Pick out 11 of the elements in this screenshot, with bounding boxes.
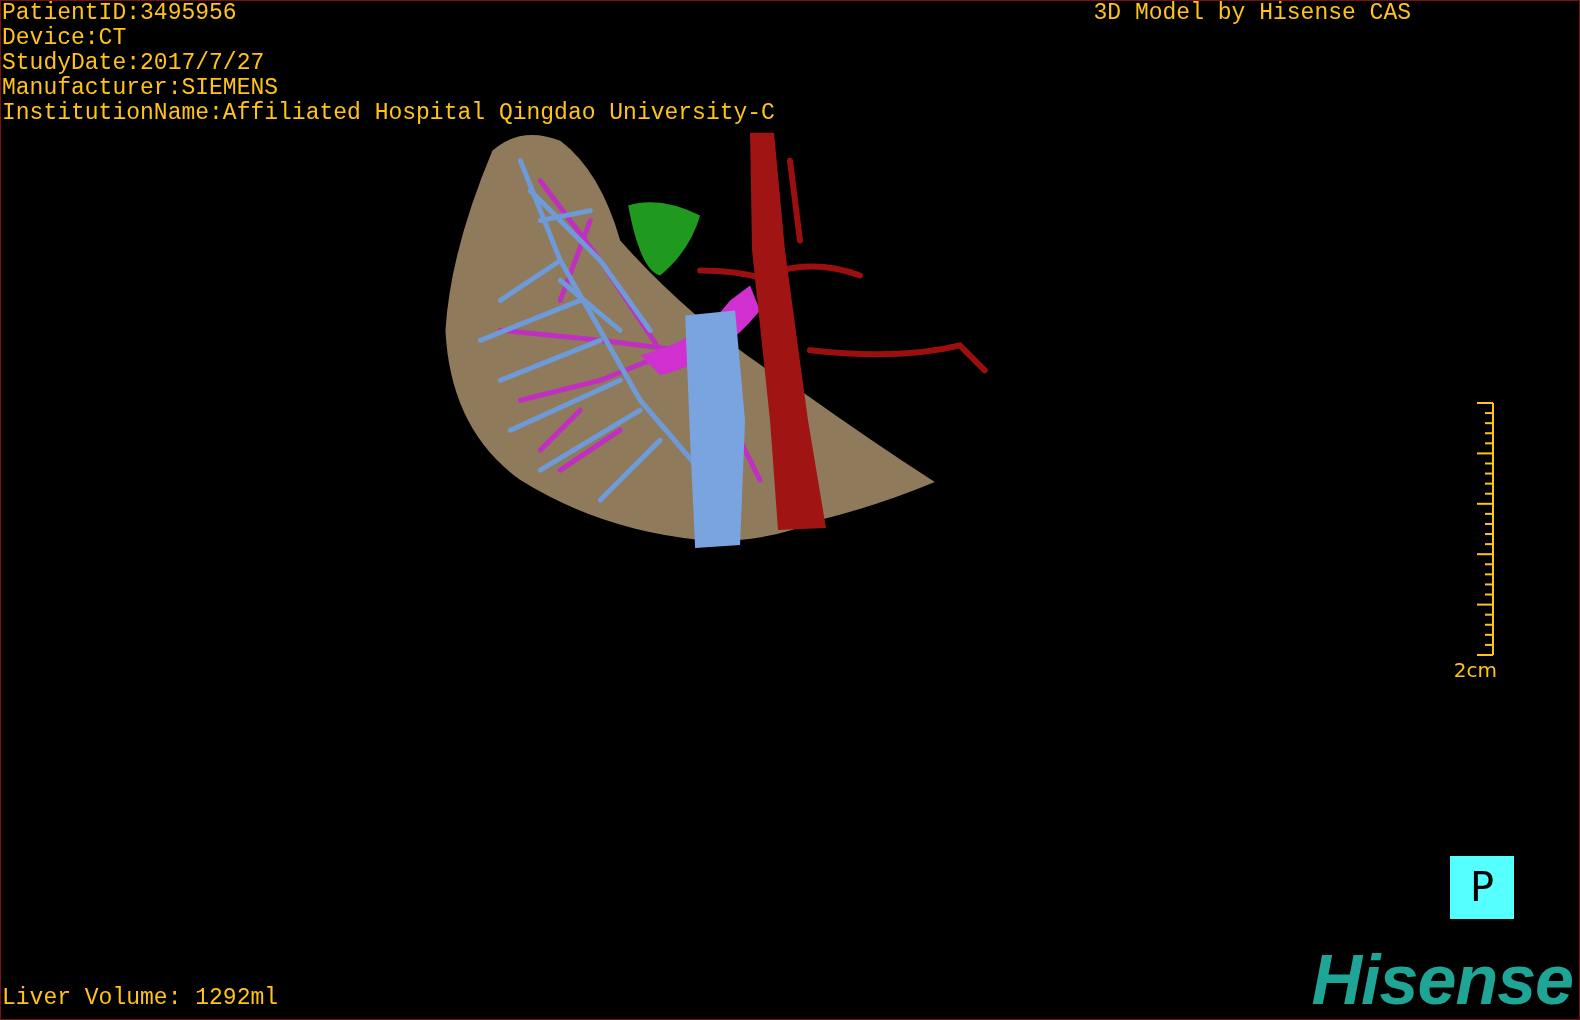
view-orientation-button[interactable]: P [1450, 856, 1514, 919]
viewer-viewport[interactable]: PatientID:3495956 Device:CT StudyDate:2017/7/27 Manufacturer:SIEMENS InstitutionName:Affiliated Hospital Qingdao University-C 3D Model by Hisense CAS 2cm Liver Volume: 1292ml P Hisense [0, 0, 1580, 1020]
scale-label: 2cm [1453, 659, 1497, 681]
patient-info-text: StudyDate:2017/7/27 [2, 51, 266, 76]
brand-logo: Hisense [1311, 947, 1573, 1013]
liver-volume-text: Liver Volume: 1292ml [1, 986, 279, 1011]
patient-info-text: PatientID:3495956 [2, 1, 238, 26]
patient-info-text: Manufacturer:SIEMENS [2, 76, 280, 101]
viewer-title: 3D Model by Hisense CAS [1093, 1, 1411, 26]
patient-info-text: InstitutionName:Affiliated Hospital Qingdao University-C [2, 101, 775, 126]
patient-info-text: Device:CT [2, 26, 128, 51]
